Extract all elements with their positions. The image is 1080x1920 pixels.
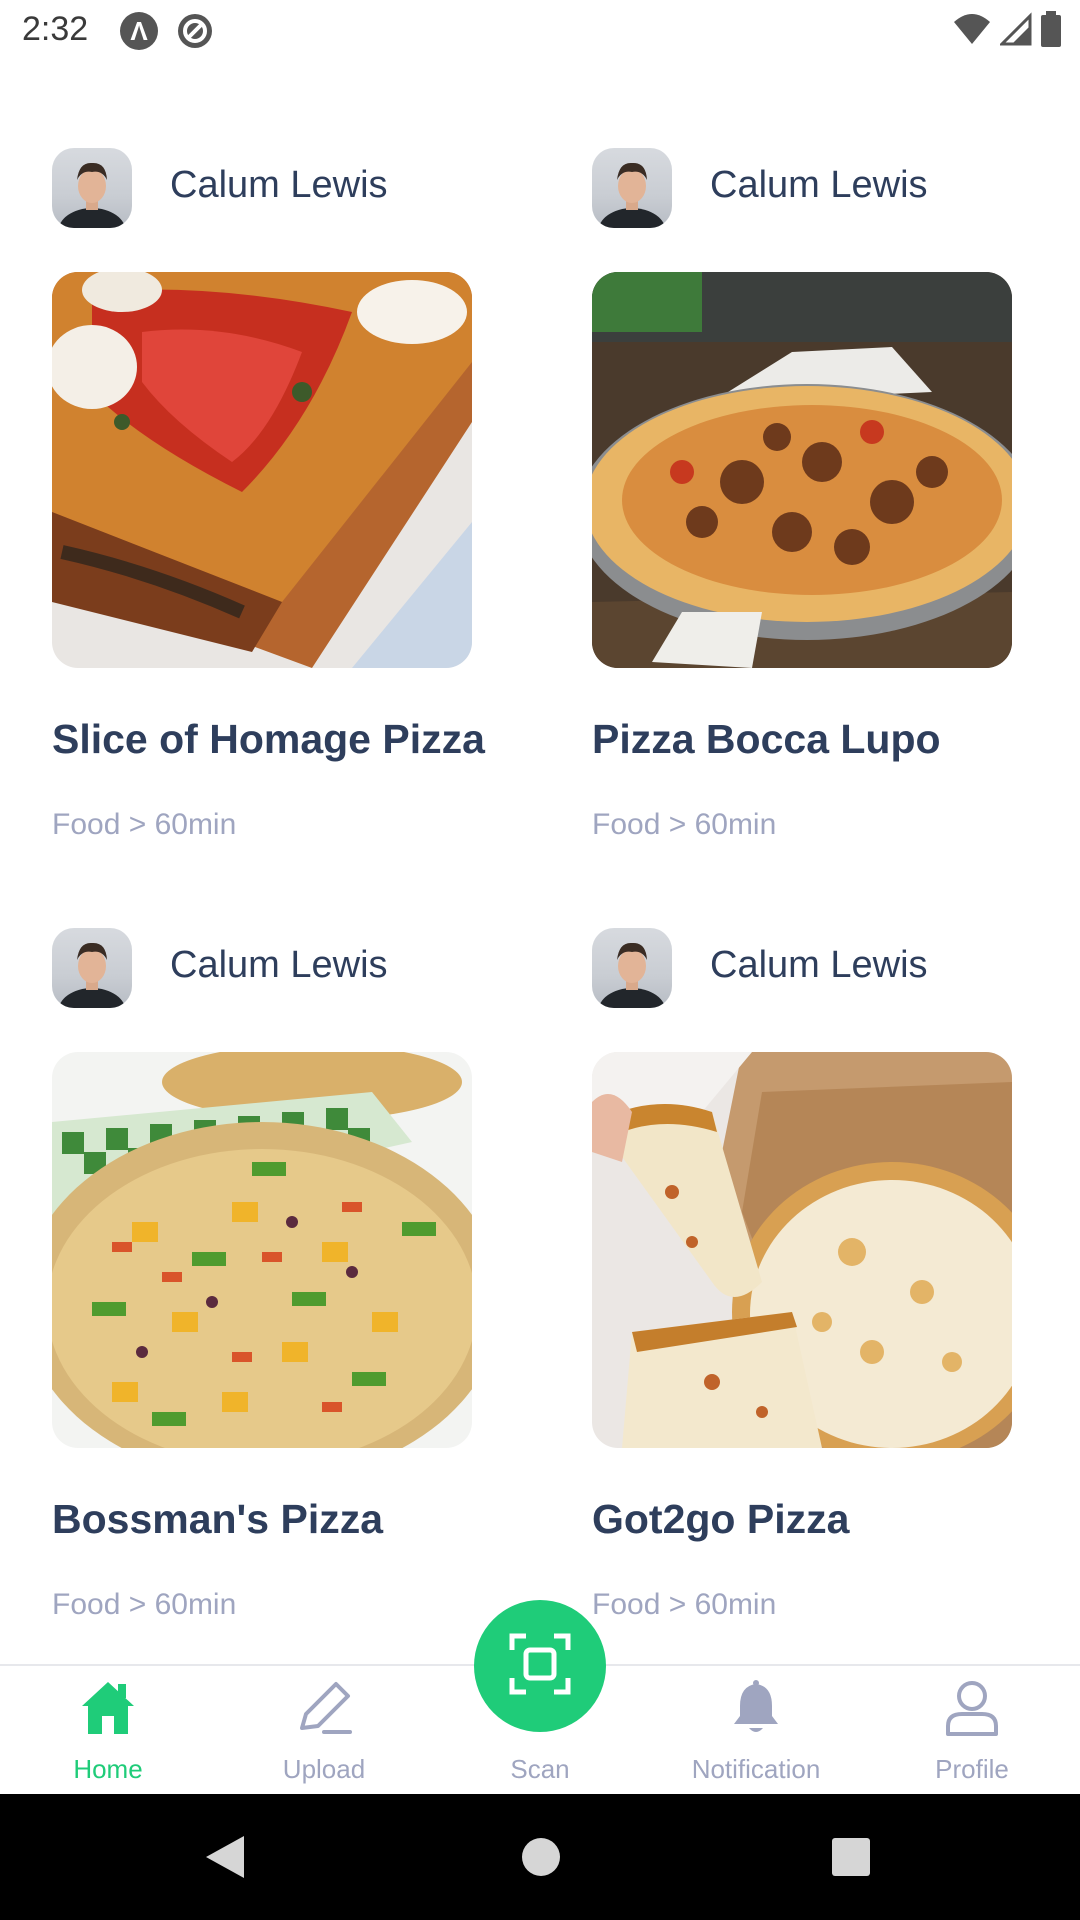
- nav-item-home[interactable]: Home: [8, 1666, 208, 1796]
- nav-item-profile[interactable]: Profile: [872, 1666, 1072, 1796]
- avatar: [592, 148, 672, 228]
- recipe-meta: Food > 60min: [52, 808, 237, 841]
- recipe-photo[interactable]: [592, 1052, 1012, 1448]
- recipe-meta: Food > 60min: [592, 808, 777, 841]
- nav-label: Scan: [510, 1754, 570, 1784]
- author-row[interactable]: Calum Lewis: [52, 148, 512, 228]
- pencil-icon: [294, 1678, 354, 1738]
- home-circle-icon[interactable]: [520, 1836, 562, 1883]
- scan-icon: [508, 1632, 572, 1701]
- avatar: [52, 928, 132, 1008]
- recipe-title[interactable]: Slice of Homage Pizza: [52, 716, 522, 763]
- nav-label: Notification: [691, 1754, 821, 1784]
- recipe-meta: Food > 60min: [592, 1588, 777, 1621]
- author-name: Calum Lewis: [710, 164, 928, 206]
- author-row[interactable]: Calum Lewis: [592, 148, 1052, 228]
- system-nav-bar: [0, 1794, 1080, 1920]
- cell-signal-icon: [998, 11, 1032, 51]
- recipe-photo[interactable]: [592, 272, 1012, 668]
- nav-label: Upload: [282, 1754, 366, 1784]
- recents-icon[interactable]: [830, 1836, 872, 1883]
- bell-icon: [726, 1678, 786, 1738]
- back-icon[interactable]: [204, 1834, 246, 1885]
- app-a-icon: Λ: [120, 12, 158, 50]
- author-name: Calum Lewis: [170, 944, 388, 986]
- recipe-title[interactable]: Bossman's Pizza: [52, 1496, 522, 1543]
- status-bar: 2:32 Λ: [0, 0, 1080, 62]
- status-time: 2:32: [22, 10, 89, 48]
- author-name: Calum Lewis: [710, 944, 928, 986]
- nav-label: Profile: [935, 1754, 1009, 1784]
- home-icon: [78, 1678, 138, 1738]
- author-name: Calum Lewis: [170, 164, 388, 206]
- scan-button[interactable]: [474, 1600, 606, 1732]
- battery-icon: [1040, 10, 1062, 52]
- wifi-icon: [952, 12, 992, 51]
- nav-item-upload[interactable]: Upload: [224, 1666, 424, 1796]
- author-row[interactable]: Calum Lewis: [52, 928, 512, 1008]
- author-row[interactable]: Calum Lewis: [592, 928, 1052, 1008]
- avatar: [52, 148, 132, 228]
- avatar: [592, 928, 672, 1008]
- recipe-photo[interactable]: [52, 272, 472, 668]
- recipe-title[interactable]: Pizza Bocca Lupo: [592, 716, 1062, 763]
- nav-label: Home: [73, 1754, 143, 1784]
- recipe-title[interactable]: Got2go Pizza: [592, 1496, 1062, 1543]
- recipe-meta: Food > 60min: [52, 1588, 237, 1621]
- nav-item-notification[interactable]: Notification: [656, 1666, 856, 1796]
- app-at-icon: [176, 12, 214, 55]
- user-icon: [942, 1678, 1002, 1738]
- recipe-photo[interactable]: [52, 1052, 472, 1448]
